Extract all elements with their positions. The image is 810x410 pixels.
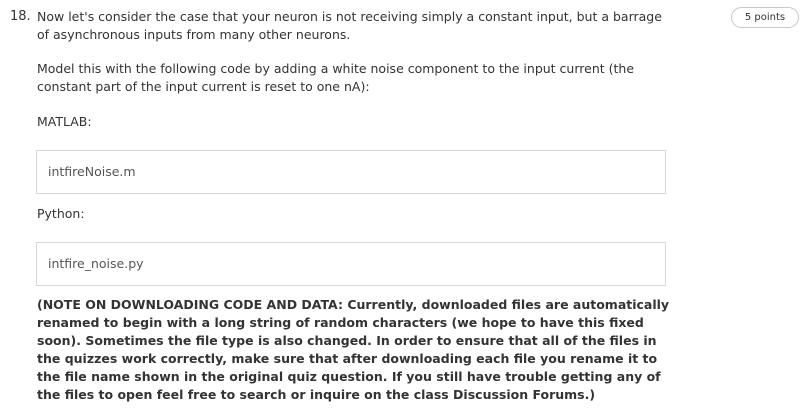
- question-number: 18.: [10, 9, 31, 24]
- points-badge: 5 points: [731, 7, 799, 28]
- matlab-file-link[interactable]: intfireNoise.m: [36, 150, 666, 194]
- question-prompt: Now let's consider the case that your ne…: [37, 9, 662, 42]
- python-file-link[interactable]: intfire_noise.py: [36, 242, 666, 286]
- python-label: Python:: [37, 206, 85, 221]
- matlab-label: MATLAB:: [37, 114, 92, 129]
- download-note: (NOTE ON DOWNLOADING CODE AND DATA: Curr…: [37, 297, 670, 402]
- question-instruction: Model this with the following code by ad…: [37, 61, 635, 94]
